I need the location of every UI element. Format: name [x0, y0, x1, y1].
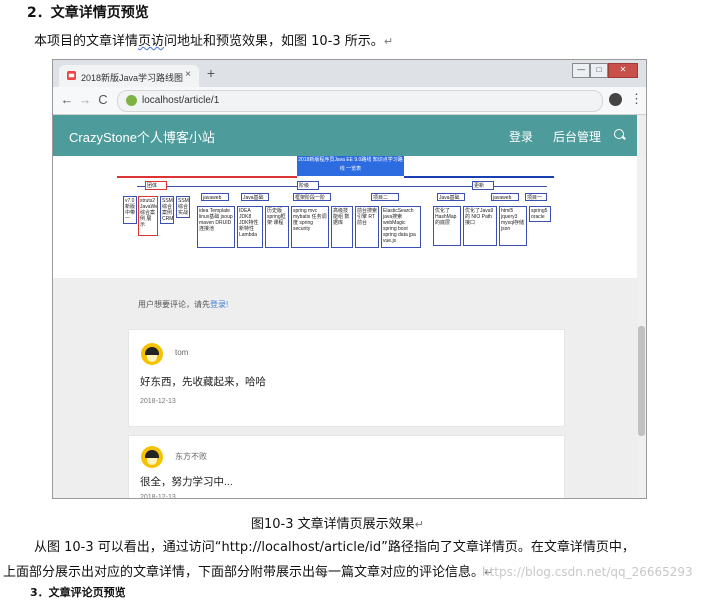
paragraph-mark: ↵: [414, 518, 424, 531]
paragraph-mark: ↵: [383, 35, 394, 48]
body-paragraph-line-1: 从图 10-3 可以看出，通过访问“http://localhost/artic…: [34, 540, 635, 555]
mindmap-branch-line-red: [117, 176, 297, 178]
mindmap-node: 框架阶段一阶段: [293, 193, 331, 201]
mindmap-branch: 团体: [145, 181, 167, 190]
section-heading: 2．文章详情页预览: [27, 5, 149, 21]
mindmap-branch: 阶级: [297, 181, 319, 190]
mindmap-node: 项目二: [371, 193, 399, 201]
mindmap-node: 历史版 spring框架 课程: [265, 206, 289, 248]
scrollbar-thumb[interactable]: [638, 326, 645, 436]
avatar: [141, 343, 163, 365]
paragraph-line-2-text: 上面部分展示出对应的文章详情，下面部分附带展示出每一篇文章对应的评论信息。: [3, 565, 485, 580]
new-tab-button[interactable]: +: [203, 65, 219, 81]
browser-toolbar: ← → C localhost/article/1 ⋮: [53, 87, 646, 115]
mindmap-node: html5 jquery3 mysql存储 json: [499, 206, 527, 246]
back-icon[interactable]: ←: [59, 92, 75, 107]
tab-close-icon[interactable]: ×: [185, 69, 191, 80]
next-section-heading: 3．文章评论页预览: [30, 586, 126, 599]
mindmap-node: 优化了 HashMap 的底层: [433, 206, 461, 246]
intro-prefix: 本项目的文章详情: [34, 34, 139, 49]
comment-user: tom: [175, 348, 189, 357]
mindmap-node: SSM 综合 案例 CRM: [160, 196, 174, 224]
mindmap-branch-line-blue: [404, 176, 554, 178]
comment-prompt-text: 用户想要评论，请先: [138, 300, 210, 309]
avatar: [141, 446, 163, 468]
watermark: https://blog.csdn.net/qq_26665293: [482, 565, 693, 579]
mindmap-root: 2018新版程序员Java EE 9.0路线 知识点学习路线 一览表: [297, 156, 404, 176]
reload-icon[interactable]: C: [95, 92, 111, 107]
comment-text: 好东西，先收藏起来，哈哈: [140, 376, 266, 388]
comment-card: 东方不败 很全，努力学习中... 2018-12-13: [128, 435, 565, 498]
browser-tab[interactable]: 2018新版Java学习路线图 ×: [59, 65, 199, 87]
mindmap-node: spring5 oracle: [529, 206, 551, 222]
mindmap-node: SSM 综合 实战: [176, 196, 190, 218]
tab-title: 2018新版Java学习路线图: [81, 73, 184, 83]
comment-card: tom 好东西，先收藏起来，哈哈 2018-12-13: [128, 329, 565, 427]
mindmap-node: 前台搜索引擎 RT 前台: [355, 206, 379, 248]
comment-date: 2018-12-13: [140, 494, 176, 498]
mindmap-branch: 更新: [472, 181, 494, 190]
account-icon[interactable]: [609, 93, 622, 106]
site-info-icon[interactable]: [126, 95, 137, 106]
comment-date: 2018-12-13: [140, 398, 176, 405]
url-text: localhost/article/1: [142, 95, 220, 106]
comment-login-link[interactable]: 登录!: [210, 300, 228, 309]
comment-prompt: 用户想要评论，请先登录!: [138, 299, 228, 310]
mindmap-node: ElasticSearch java搜索 webMagic spring boo…: [381, 206, 421, 248]
mindmap-node: 优化了Java9 的 NIO Path接口: [463, 206, 497, 246]
caption-text: 图10-3 文章详情页展示效果: [251, 517, 415, 532]
search-icon[interactable]: [614, 129, 624, 139]
mindmap-node: javaweb: [491, 193, 519, 201]
intro-paragraph: 本项目的文章详情页访问地址和预览效果，如图 10-3 所示。↵: [34, 30, 393, 49]
maximize-button[interactable]: □: [590, 63, 608, 78]
forward-icon[interactable]: →: [77, 92, 93, 107]
mindmap-node: Java基础: [437, 193, 465, 201]
mindmap-node: idea Template linux基础 jsoup maven DRUID连…: [197, 206, 235, 248]
mindmap-node: v7.0 新版 中带一: [123, 196, 137, 224]
close-window-button[interactable]: ✕: [608, 63, 638, 78]
site-header: CrazyStone个人博客小站 登录 后台管理: [53, 115, 637, 156]
mindmap-image: 2018新版程序员Java EE 9.0路线 知识点学习路线 一览表 团体 阶级…: [117, 156, 567, 276]
menu-icon[interactable]: ⋮: [630, 91, 643, 107]
address-bar[interactable]: localhost/article/1: [117, 90, 603, 112]
figure-caption: 图10-3 文章详情页展示效果↵: [251, 513, 424, 532]
page-scrollbar[interactable]: [637, 156, 646, 498]
browser-window: 2018新版Java学习路线图 × + — □ ✕ ← → C localhos…: [52, 59, 647, 499]
page-viewport: CrazyStone个人博客小站 登录 后台管理 2018新版程序员Java E…: [53, 115, 646, 498]
nav-admin-link[interactable]: 后台管理: [553, 128, 601, 145]
minimize-button[interactable]: —: [572, 63, 590, 78]
site-title[interactable]: CrazyStone个人博客小站: [69, 127, 215, 146]
tab-bar: 2018新版Java学习路线图 × + — □ ✕: [53, 60, 646, 87]
nav-login-link[interactable]: 登录: [509, 128, 533, 145]
intro-squiggle: 页访: [138, 34, 165, 49]
mindmap-node: IDEA JDK8 JDK特性 新特性 Lambda: [237, 206, 263, 248]
article-content: 2018新版程序员Java EE 9.0路线 知识点学习路线 一览表 团体 阶级…: [53, 156, 637, 278]
mindmap-node: 高级技 能组 数据库: [331, 206, 353, 248]
body-paragraph-line-2: 上面部分展示出对应的文章详情，下面部分附带展示出每一篇文章对应的评论信息。↵: [3, 561, 493, 580]
mindmap-node: Java基础: [241, 193, 269, 201]
intro-suffix: 问地址和预览效果，如图 10-3 所示。: [164, 34, 384, 49]
mindmap-node: javaweb: [201, 193, 229, 201]
comment-user: 东方不败: [175, 452, 207, 461]
favicon-icon: [67, 71, 76, 80]
comment-text: 很全，努力学习中...: [140, 476, 233, 488]
mindmap-node: spring mvc mybatis 任务调度 spring security: [291, 206, 329, 248]
mindmap-node: 项目一: [525, 193, 547, 201]
mindmap-node: struts2 JavaWeb 综合案例 展示: [138, 196, 158, 236]
